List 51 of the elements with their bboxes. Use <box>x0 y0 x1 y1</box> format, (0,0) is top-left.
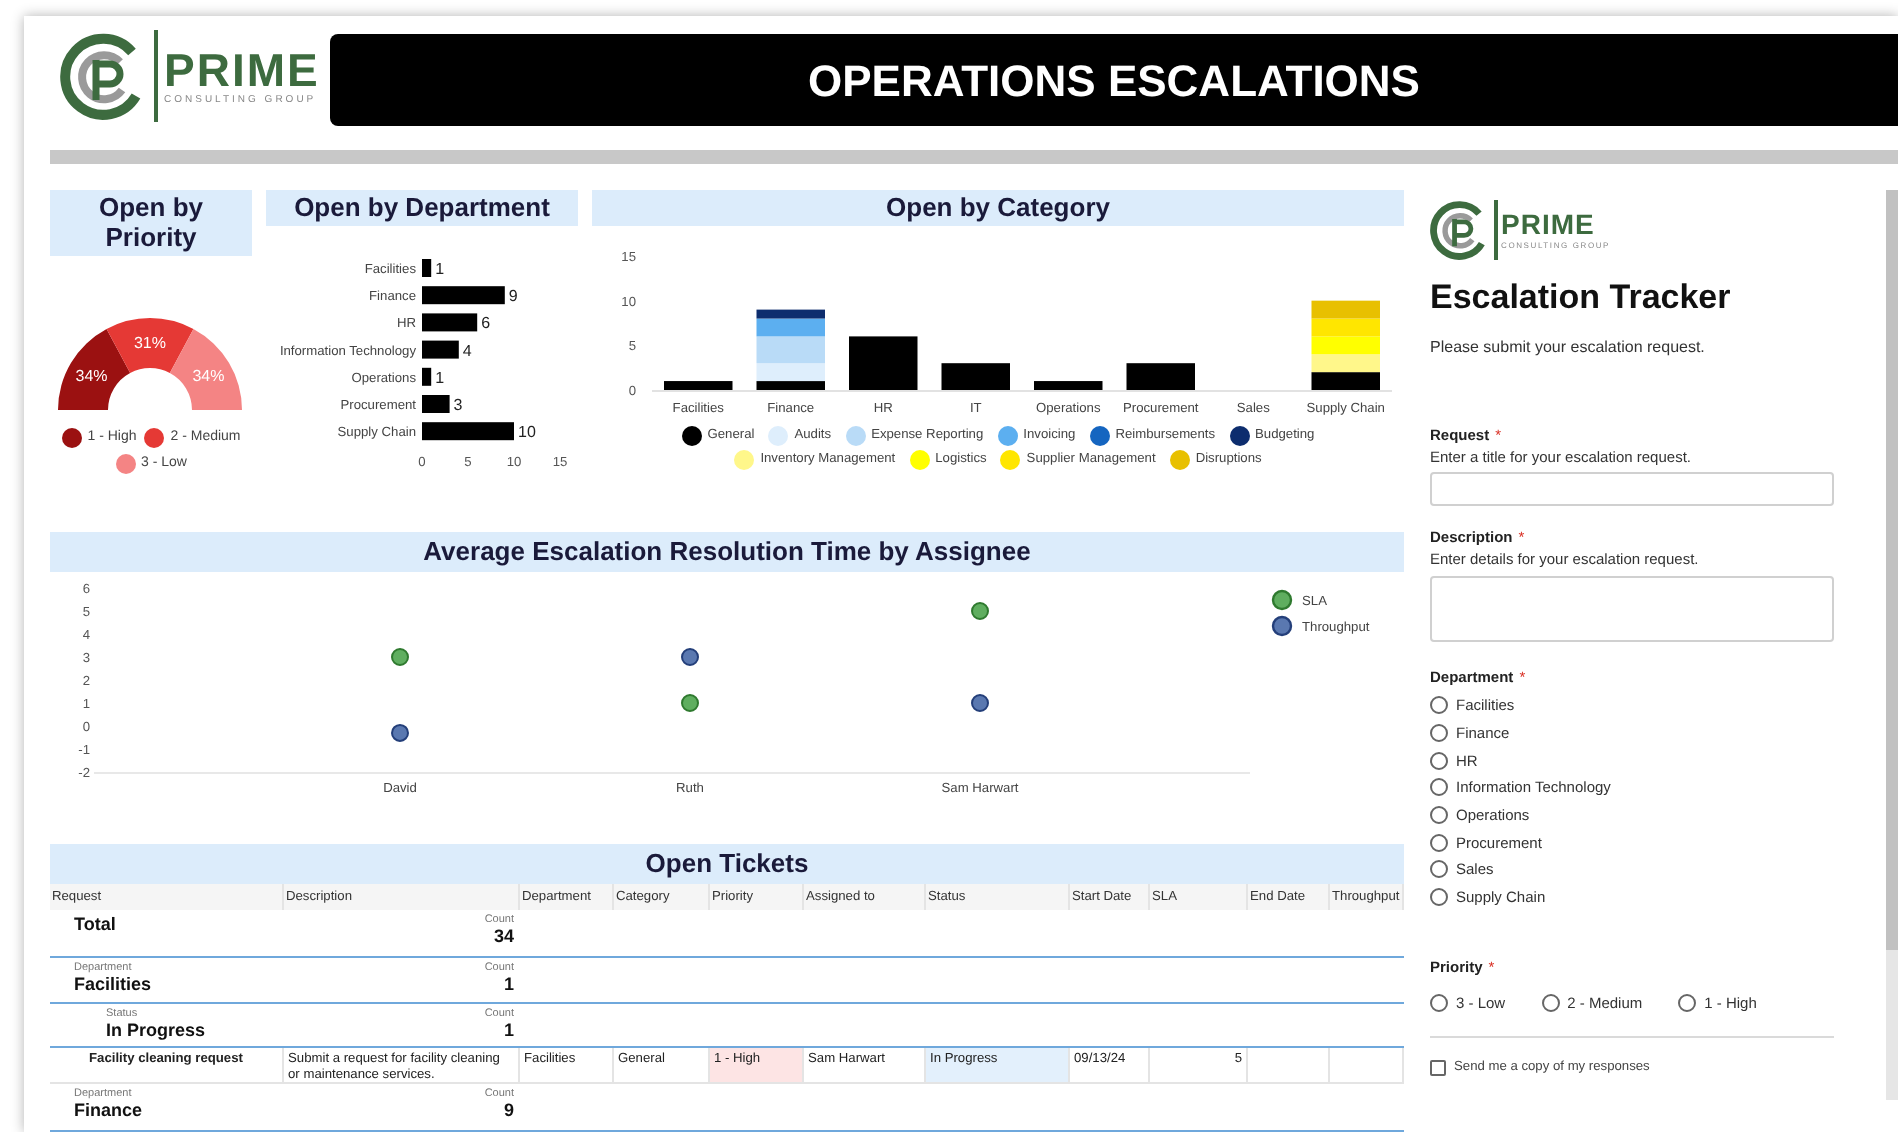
form-description: Please submit your escalation request. <box>1430 338 1707 358</box>
logo-wordmark: PRIME <box>1501 210 1597 240</box>
form-title: Escalation Tracker <box>1430 278 1733 318</box>
radio-button[interactable] <box>1430 993 1448 1012</box>
panel-title: Open by Priority <box>50 190 252 256</box>
radio-button[interactable] <box>1430 696 1448 715</box>
group-label: Total <box>74 914 116 936</box>
panel-title: Average Escalation Resolution Time by Assignee <box>50 532 1404 572</box>
bar <box>422 286 505 305</box>
group-label: Finance <box>74 1100 143 1123</box>
checkbox[interactable] <box>1430 1060 1446 1077</box>
count-value: 1 <box>503 1020 514 1043</box>
radio-button[interactable] <box>1678 993 1697 1012</box>
bar <box>422 259 432 277</box>
panel-title: Open by Category <box>592 190 1404 226</box>
data-label: 3 <box>453 396 463 414</box>
radio-button[interactable] <box>1430 724 1448 743</box>
logo-icon <box>1430 200 1490 260</box>
radio-button[interactable] <box>1430 860 1448 879</box>
data-label: 34% <box>192 367 225 385</box>
count-value: 9 <box>503 1100 514 1123</box>
data-label: 6 <box>481 314 491 333</box>
count-value: 34 <box>493 926 514 948</box>
group-label: Facilities <box>74 973 152 996</box>
bar <box>422 340 459 359</box>
data-label: 1 <box>435 368 445 387</box>
logo-wordmark: PRIME <box>164 46 320 94</box>
data-label: 9 <box>508 287 518 306</box>
textarea-input[interactable] <box>1430 576 1834 642</box>
data-label: 4 <box>462 341 472 360</box>
bar <box>422 367 432 386</box>
text-input[interactable] <box>1430 472 1834 506</box>
group-label: In Progress <box>106 1020 206 1043</box>
bar <box>422 422 514 441</box>
radio-button[interactable] <box>1541 993 1560 1012</box>
radio-button[interactable] <box>1430 778 1448 797</box>
panel-title: Open by Department <box>266 190 578 226</box>
radio-button[interactable] <box>1430 806 1448 825</box>
dashboard-title: OPERATIONS ESCALATIONS <box>330 34 1898 126</box>
panel-title: Open Tickets <box>50 844 1404 884</box>
bar <box>422 395 450 413</box>
data-label: 1 <box>435 260 445 278</box>
radio-button[interactable] <box>1430 833 1448 852</box>
bar <box>422 313 478 332</box>
count-value: 1 <box>503 973 514 996</box>
radio-button[interactable] <box>1430 888 1448 907</box>
radio-button[interactable] <box>1430 751 1448 770</box>
data-label: 34% <box>75 367 108 385</box>
data-label: 31% <box>134 334 166 352</box>
scrollbar[interactable] <box>1886 190 1898 950</box>
data-label: 10 <box>518 423 536 442</box>
